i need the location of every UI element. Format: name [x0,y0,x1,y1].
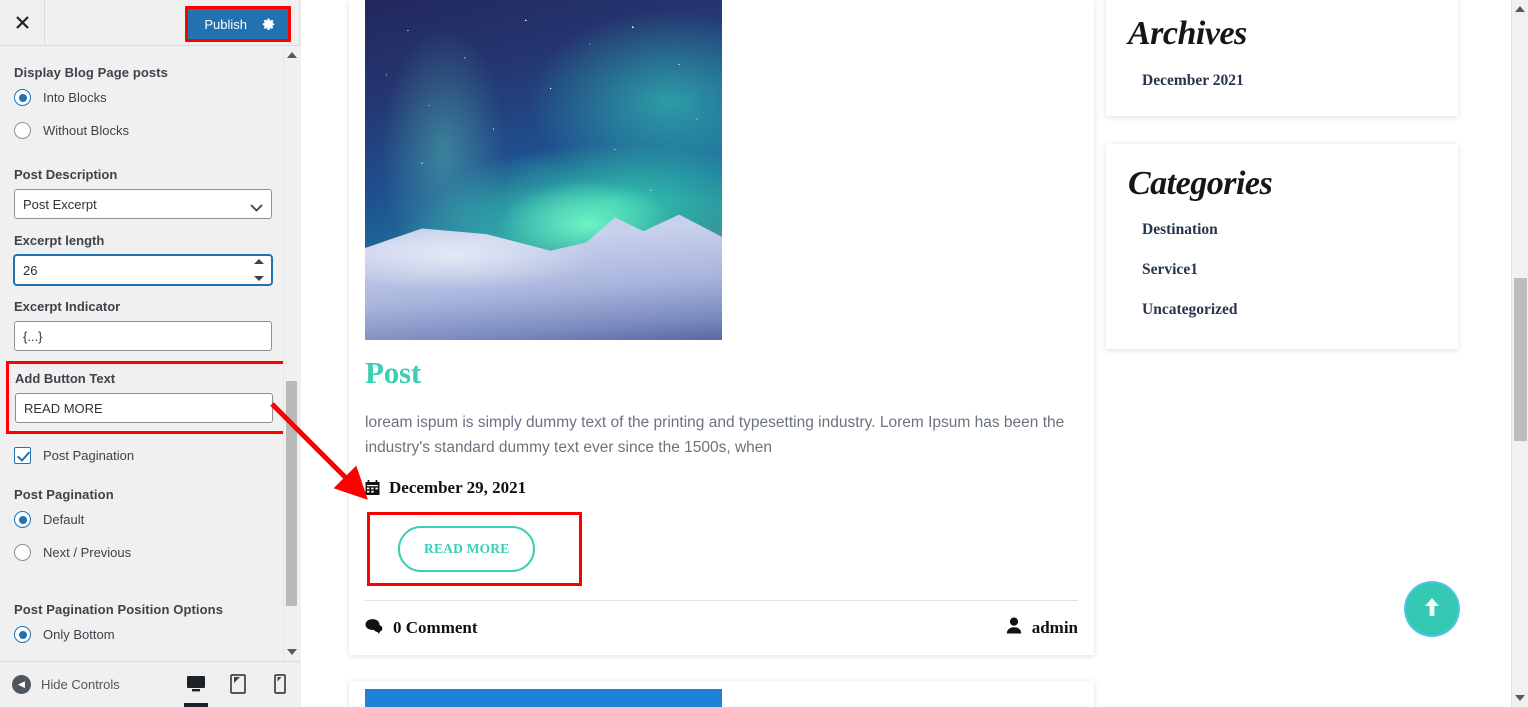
radio-only-bottom-control[interactable] [14,626,31,643]
arrow-up-icon [1423,596,1441,623]
radio-pagination-next-previous[interactable]: Next / Previous [14,544,278,561]
add-button-text-input[interactable] [15,393,273,423]
radio-pagination-default[interactable]: Default [14,511,278,528]
device-preview-group [175,661,301,707]
radio-without-blocks-control[interactable] [14,122,31,139]
customizer-scrollbar[interactable] [283,46,299,661]
customizer-header: Publish [0,0,299,46]
site-preview: Post loream ispum is simply dummy text o… [301,0,1511,707]
comment-count: 0 Comment [393,618,478,638]
post-pagination-checkbox-row[interactable]: Post Pagination [14,447,278,464]
customizer-panel: Publish Display Blog Page posts Into Blo… [0,0,300,707]
publish-button-label: Publish [204,16,247,32]
read-more-annotation-box: READ MORE [367,512,583,587]
radio-only-bottom[interactable]: Only Bottom [14,626,278,643]
stepper-up-icon[interactable] [254,259,264,264]
window-scrollbar[interactable] [1511,0,1528,707]
aurora-image [365,0,722,340]
tablet-preview-icon[interactable] [217,661,259,707]
customizer-scrollbar-thumb[interactable] [286,381,297,606]
radio-only-bottom-label: Only Bottom [43,627,115,642]
radio-into-blocks-control[interactable] [14,89,31,106]
chevron-left-icon: ◀ [12,675,31,694]
radio-without-blocks-label: Without Blocks [43,123,129,138]
radio-pagination-default-control[interactable] [14,511,31,528]
mobile-preview-icon[interactable] [259,661,301,707]
post-date-row: December 29, 2021 [365,478,1094,498]
pagination-position-title: Post Pagination Position Options [14,602,224,617]
radio-without-blocks[interactable]: Without Blocks [14,122,278,139]
hide-controls-label: Hide Controls [41,677,120,692]
post-pagination-title: Post Pagination [14,487,114,502]
radio-pagination-next-previous-control[interactable] [14,544,31,561]
radio-into-blocks-label: Into Blocks [43,90,107,105]
stepper-down-icon[interactable] [254,276,264,281]
category-link-service1[interactable]: Service1 [1142,261,1436,279]
display-blog-title: Display Blog Page posts [14,65,169,80]
author-name: admin [1031,618,1078,638]
sidebar-widgets: Archives December 2021 Categories Destin… [1106,0,1458,377]
customizer-screen: Publish Display Blog Page posts Into Blo… [0,0,1528,707]
gear-icon[interactable] [261,17,276,32]
excerpt-length-input[interactable] [14,255,272,285]
publish-annotation-box: Publish [185,6,291,42]
archive-link[interactable]: December 2021 [1142,72,1436,90]
post-card [349,681,1094,707]
calendar-icon [365,480,380,496]
add-button-text-label: Add Button Text [15,371,116,386]
hide-controls-button[interactable]: ◀ Hide Controls [0,675,120,694]
radio-pagination-next-previous-label: Next / Previous [43,545,132,560]
add-button-text-annotation-box: Add Button Text [6,361,294,434]
radio-into-blocks[interactable]: Into Blocks [14,89,278,106]
customizer-options-scroll[interactable]: Display Blog Page posts Into Blocks With… [0,46,300,661]
post-footer: 0 Comment admin [365,600,1078,639]
category-link-uncategorized[interactable]: Uncategorized [1142,301,1436,319]
radio-pagination-default-label: Default [43,512,85,527]
scroll-up-arrow-icon[interactable] [287,52,297,58]
read-more-button[interactable]: READ MORE [398,526,536,573]
customizer-footer: ◀ Hide Controls [0,661,300,707]
category-link-destination[interactable]: Destination [1142,221,1436,239]
excerpt-indicator-label: Excerpt Indicator [14,299,121,314]
comment-icon [365,618,383,639]
author-group[interactable]: admin [1006,617,1078,639]
widget-title: Archives [1128,15,1247,52]
excerpt-length-stepper[interactable] [254,259,265,281]
post-featured-image[interactable] [365,689,722,707]
comment-count-group[interactable]: 0 Comment [365,618,478,639]
posts-column: Post loream ispum is simply dummy text o… [349,0,1094,707]
post-pagination-checkbox[interactable] [14,447,31,464]
scroll-down-arrow-icon[interactable] [287,649,297,655]
excerpt-indicator-input[interactable] [14,321,272,351]
stars-overlay [365,0,722,340]
window-scroll-down-icon[interactable] [1515,695,1525,701]
post-excerpt: loream ispum is simply dummy text of the… [365,414,1065,457]
post-title[interactable]: Post [365,355,1094,390]
widget-categories: Categories Destination Service1 Uncatego… [1106,143,1458,350]
post-date: December 29, 2021 [389,478,527,498]
widget-archives: Archives December 2021 [1106,0,1458,116]
user-icon [1006,617,1022,639]
excerpt-length-label: Excerpt length [14,233,105,248]
scroll-to-top-button[interactable] [1406,583,1458,635]
post-description-label: Post Description [14,167,118,182]
post-pagination-checkbox-label: Post Pagination [43,448,135,463]
widget-title: Categories [1128,164,1273,202]
window-scroll-up-icon[interactable] [1515,6,1525,12]
post-featured-image[interactable] [365,0,722,340]
close-icon[interactable] [0,0,45,45]
publish-button[interactable]: Publish [188,9,288,39]
window-scrollbar-thumb[interactable] [1514,278,1527,441]
palm-trees-image [365,689,722,707]
desktop-preview-icon[interactable] [175,661,217,707]
post-card: Post loream ispum is simply dummy text o… [349,0,1094,656]
post-description-select[interactable]: Post Excerpt [14,189,272,219]
